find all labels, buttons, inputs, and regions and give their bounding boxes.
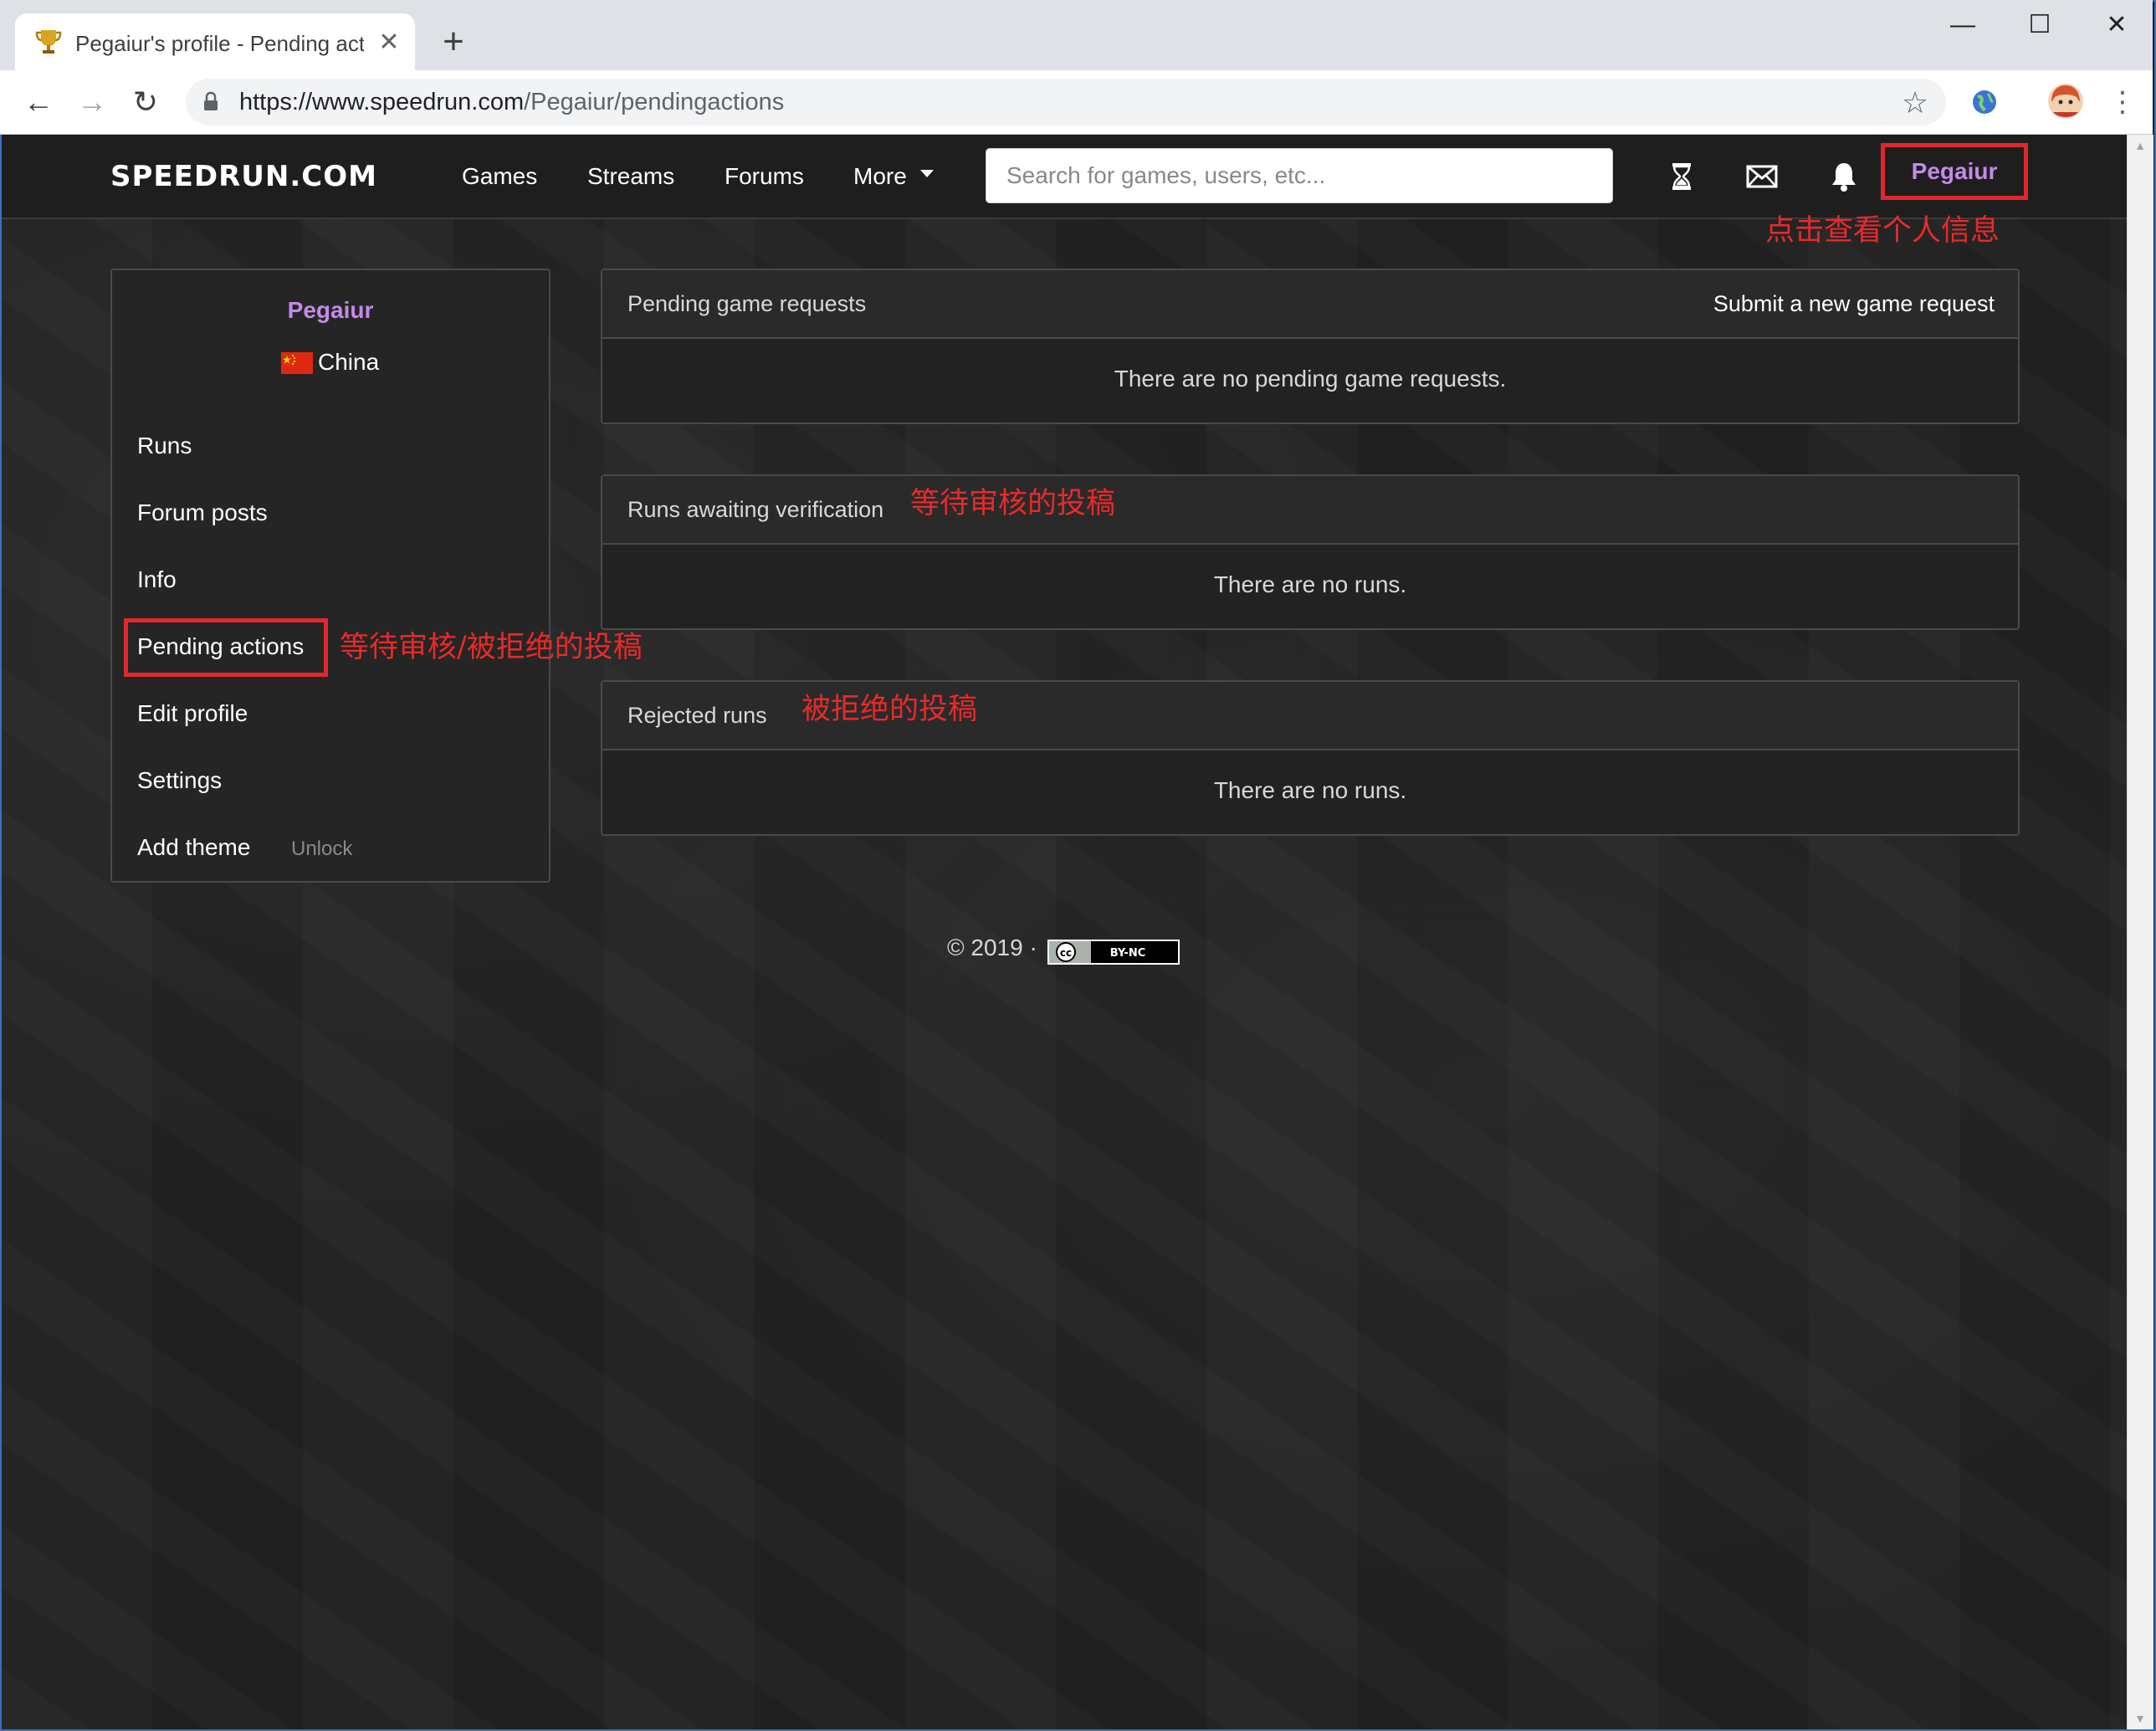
window-minimize-icon[interactable]: — xyxy=(1938,8,1988,42)
empty-message: There are no runs. xyxy=(1213,571,1407,597)
nav-games[interactable]: Games xyxy=(462,160,537,193)
panel-header: Pending game requests Submit a new game … xyxy=(602,270,2018,339)
bookmark-star-icon[interactable]: ☆ xyxy=(1899,87,1931,119)
panel-title: Rejected runs xyxy=(627,703,767,728)
new-tab-icon[interactable]: + xyxy=(437,23,470,60)
scroll-down-arrow-icon[interactable]: ▼ xyxy=(2133,1712,2147,1725)
sidebar-item-edit-profile[interactable]: Edit profile xyxy=(137,695,248,732)
sidebar-country: China xyxy=(318,349,380,375)
window-close-icon[interactable]: ✕ xyxy=(2092,8,2142,42)
annotation-profile: 点击查看个人信息 xyxy=(1765,214,2000,248)
hourglass-icon[interactable] xyxy=(1663,158,1700,195)
empty-message: There are no runs. xyxy=(1213,777,1407,803)
sidebar-item-runs[interactable]: Runs xyxy=(137,428,192,464)
chevron-down-icon xyxy=(920,170,934,177)
panel-header: Runs awaiting verification xyxy=(602,476,2018,545)
forward-arrow-icon[interactable]: → xyxy=(74,84,110,120)
tab-title: Pegaiur's profile - Pending act xyxy=(75,31,364,56)
nav-forums[interactable]: Forums xyxy=(725,160,804,193)
page-content: SPEEDRUN.COM Games Streams Forums More P… xyxy=(2,135,2127,1729)
nav-streams[interactable]: Streams xyxy=(587,160,674,193)
scrollbar[interactable] xyxy=(2127,135,2153,1729)
url-text[interactable]: https://www.speedrun.com/Pegaiur/pending… xyxy=(239,87,1829,117)
cc-mark: cc xyxy=(1060,947,1072,959)
annotation-rejected: 被拒绝的投稿 xyxy=(801,693,978,726)
lock-icon xyxy=(204,91,218,110)
nav-more[interactable]: More xyxy=(853,160,907,193)
scroll-up-arrow-icon[interactable]: ▲ xyxy=(2133,139,2147,152)
panel-pending-game-requests: Pending game requests Submit a new game … xyxy=(601,269,2020,424)
sidebar-username[interactable]: Pegaiur xyxy=(110,294,551,327)
back-arrow-icon[interactable]: ← xyxy=(20,84,57,120)
annotation-pending: 等待审核/被拒绝的投稿 xyxy=(340,631,643,664)
empty-message: There are no pending game requests. xyxy=(1114,366,1507,392)
sidebar-item-forum-posts[interactable]: Forum posts xyxy=(137,494,268,531)
bell-icon[interactable] xyxy=(1826,158,1862,195)
reload-icon[interactable]: ↻ xyxy=(127,84,164,120)
sidebar-item-info[interactable]: Info xyxy=(137,561,177,598)
footer-copyright: © 2019 · xyxy=(947,935,1037,960)
kebab-menu-icon[interactable]: ⋮ xyxy=(2108,84,2137,120)
submit-game-request-link[interactable]: Submit a new game request xyxy=(1713,287,1995,320)
url-path: /Pegaiur/pendingactions xyxy=(524,89,785,115)
sidebar-item-add-theme[interactable]: Add theme xyxy=(137,829,250,866)
globe-extension-icon[interactable] xyxy=(1969,87,2000,117)
sidebar-item-settings[interactable]: Settings xyxy=(137,762,222,799)
search-input[interactable] xyxy=(986,148,1613,203)
avatar[interactable] xyxy=(2048,84,2083,119)
pending-actions-highlight xyxy=(124,618,328,677)
user-profile-link[interactable]: Pegaiur xyxy=(1881,143,2028,200)
panel-runs-awaiting-verification: Runs awaiting verification There are no … xyxy=(601,474,2020,630)
window-maximize-icon[interactable]: ☐ xyxy=(2015,8,2065,42)
trophy-icon xyxy=(35,30,62,54)
unlock-link[interactable]: Unlock xyxy=(291,832,352,866)
china-flag-icon xyxy=(281,352,313,374)
panel-title: Pending game requests xyxy=(627,291,867,316)
url-host: https://www.speedrun.com xyxy=(239,89,525,115)
annotation-awaiting: 等待审核的投稿 xyxy=(910,487,1116,520)
license-text: BY-NC xyxy=(1110,947,1146,960)
panel-title: Runs awaiting verification xyxy=(627,497,884,522)
mail-icon[interactable] xyxy=(1744,158,1780,195)
license-badge[interactable]: cc BY-NC xyxy=(1047,940,1180,965)
site-logo[interactable]: SPEEDRUN.COM xyxy=(110,158,412,195)
tab-close-icon[interactable]: ✕ xyxy=(376,30,402,55)
